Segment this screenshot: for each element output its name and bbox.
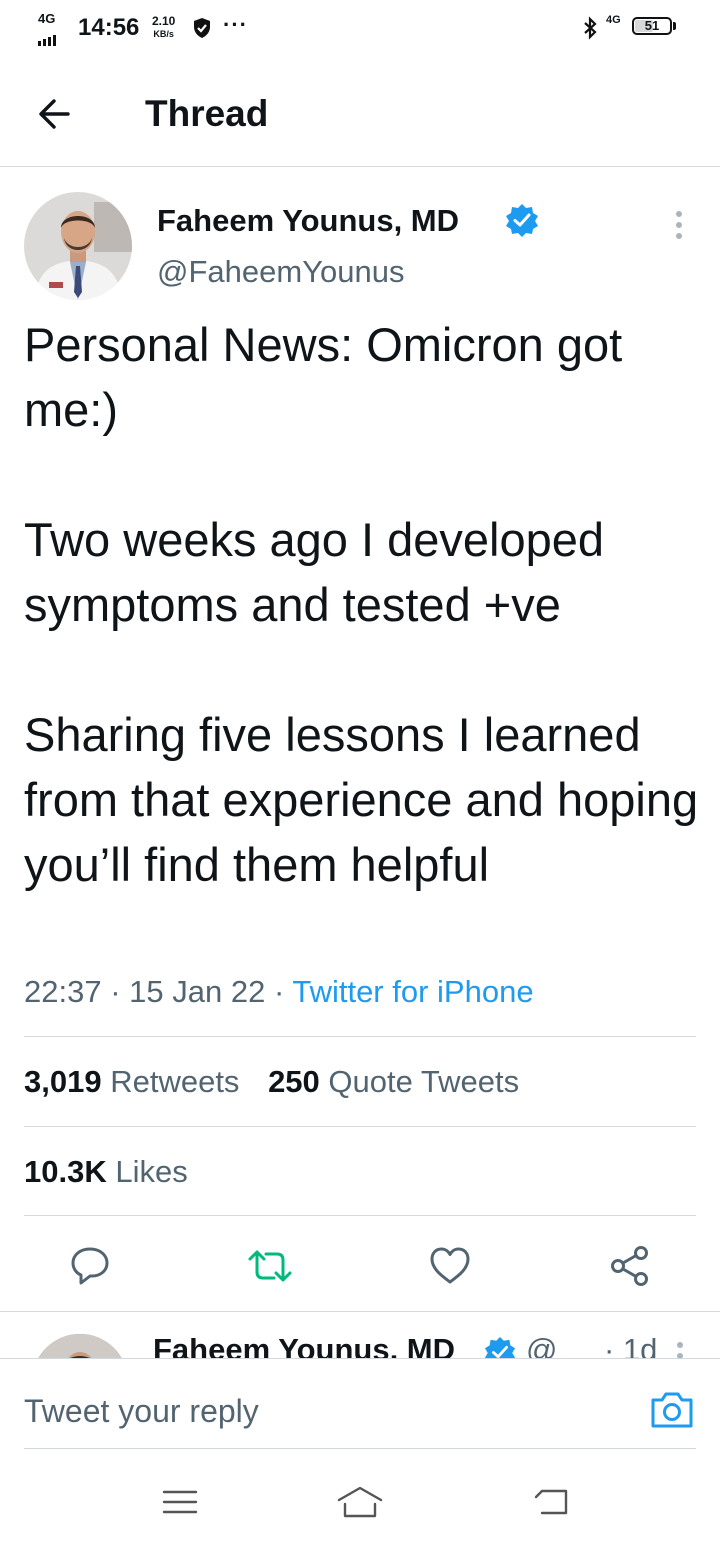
reply-avatar[interactable] bbox=[32, 1334, 128, 1358]
more-options-button[interactable] bbox=[664, 205, 694, 245]
like-button[interactable] bbox=[420, 1236, 480, 1296]
back-button[interactable] bbox=[30, 88, 82, 140]
reply-author-name[interactable]: Faheem Younus, MD bbox=[153, 1330, 455, 1358]
bluetooth-icon bbox=[582, 16, 598, 45]
tweet-paragraph: Two weeks ago I developed symptoms and t… bbox=[24, 513, 605, 631]
retweet-button[interactable] bbox=[240, 1236, 300, 1296]
quotes-label: Quote Tweets bbox=[328, 1064, 520, 1099]
tweet-paragraph: Personal News: Omicron got me:) bbox=[24, 318, 623, 436]
vertical-dots-icon bbox=[676, 211, 682, 239]
header-divider bbox=[0, 166, 720, 167]
reply-more-options-icon[interactable] bbox=[670, 1336, 690, 1358]
menu-button[interactable] bbox=[150, 1476, 210, 1528]
tweet-meta: 22:37 · 15 Jan 22 · Twitter for iPhone bbox=[24, 968, 534, 1016]
quotes-count: 250 bbox=[268, 1064, 320, 1099]
share-button[interactable] bbox=[600, 1236, 660, 1296]
reply-author-handle[interactable]: @ bbox=[526, 1330, 557, 1358]
signal-strength-icon bbox=[38, 28, 58, 46]
divider bbox=[24, 1036, 696, 1037]
verified-badge-icon bbox=[484, 1336, 516, 1358]
divider bbox=[24, 1215, 696, 1216]
reply-icon bbox=[71, 1247, 109, 1285]
tweet-text: Personal News: Omicron got me:) Two week… bbox=[24, 312, 704, 897]
menu-icon bbox=[162, 1490, 198, 1514]
meta-separator: · bbox=[273, 974, 285, 1009]
reply-button[interactable] bbox=[60, 1236, 120, 1296]
home-icon bbox=[337, 1486, 383, 1518]
likes-stat[interactable]: 10.3K Likes bbox=[24, 1148, 188, 1196]
compose-divider bbox=[0, 1358, 720, 1359]
tweet-source-link[interactable]: Twitter for iPhone bbox=[292, 974, 533, 1009]
reply-time: · 1d bbox=[604, 1332, 658, 1358]
likes-count: 10.3K bbox=[24, 1154, 107, 1189]
battery-icon: 51 bbox=[632, 17, 672, 35]
divider bbox=[24, 1126, 696, 1127]
reply-tweet-preview[interactable]: Faheem Younus, MD @ · 1d bbox=[0, 1312, 720, 1358]
share-icon bbox=[611, 1246, 648, 1286]
tweet-paragraph: Sharing five lessons I learned from that… bbox=[24, 708, 699, 891]
shield-icon bbox=[192, 17, 212, 44]
retweet-icon bbox=[248, 1250, 292, 1282]
tweet-date: 15 Jan 22 bbox=[129, 974, 266, 1009]
network-speed-value: 2.10 bbox=[152, 14, 176, 28]
page-title: Thread bbox=[145, 93, 269, 134]
verified-badge-icon bbox=[505, 203, 539, 242]
network-type-indicator: 4G bbox=[38, 11, 56, 26]
status-overflow-icon: ··· bbox=[223, 12, 248, 37]
network-speed: 2.10 KB/s bbox=[152, 15, 175, 40]
camera-button[interactable] bbox=[648, 1386, 696, 1434]
battery-cap bbox=[673, 22, 676, 30]
compose-divider bbox=[24, 1448, 696, 1449]
tweet-time: 22:37 bbox=[24, 974, 102, 1009]
reply-input[interactable]: Tweet your reply bbox=[24, 1386, 604, 1436]
battery-level: 51 bbox=[644, 18, 660, 33]
author-handle[interactable]: @FaheemYounus bbox=[157, 252, 405, 292]
network-type-right: 4G bbox=[606, 14, 621, 26]
network-speed-unit: KB/s bbox=[153, 29, 174, 39]
likes-label: Likes bbox=[115, 1154, 188, 1189]
engagement-stats: 3,019 Retweets 250 Quote Tweets bbox=[24, 1058, 519, 1106]
quote-tweets-stat[interactable]: 250 Quote Tweets bbox=[268, 1064, 519, 1099]
retweets-label: Retweets bbox=[110, 1064, 240, 1099]
meta-separator: · bbox=[110, 974, 121, 1009]
back-nav-button[interactable] bbox=[520, 1476, 580, 1528]
heart-icon bbox=[430, 1247, 470, 1284]
author-name[interactable]: Faheem Younus, MD bbox=[157, 200, 459, 242]
home-button[interactable] bbox=[330, 1476, 390, 1528]
arrow-left-icon bbox=[39, 99, 70, 129]
camera-icon bbox=[651, 1392, 693, 1428]
retweets-count: 3,019 bbox=[24, 1064, 102, 1099]
avatar[interactable] bbox=[24, 192, 132, 300]
back-nav-icon bbox=[534, 1489, 568, 1515]
retweets-stat[interactable]: 3,019 Retweets bbox=[24, 1064, 239, 1099]
status-time: 14:56 bbox=[78, 14, 140, 41]
